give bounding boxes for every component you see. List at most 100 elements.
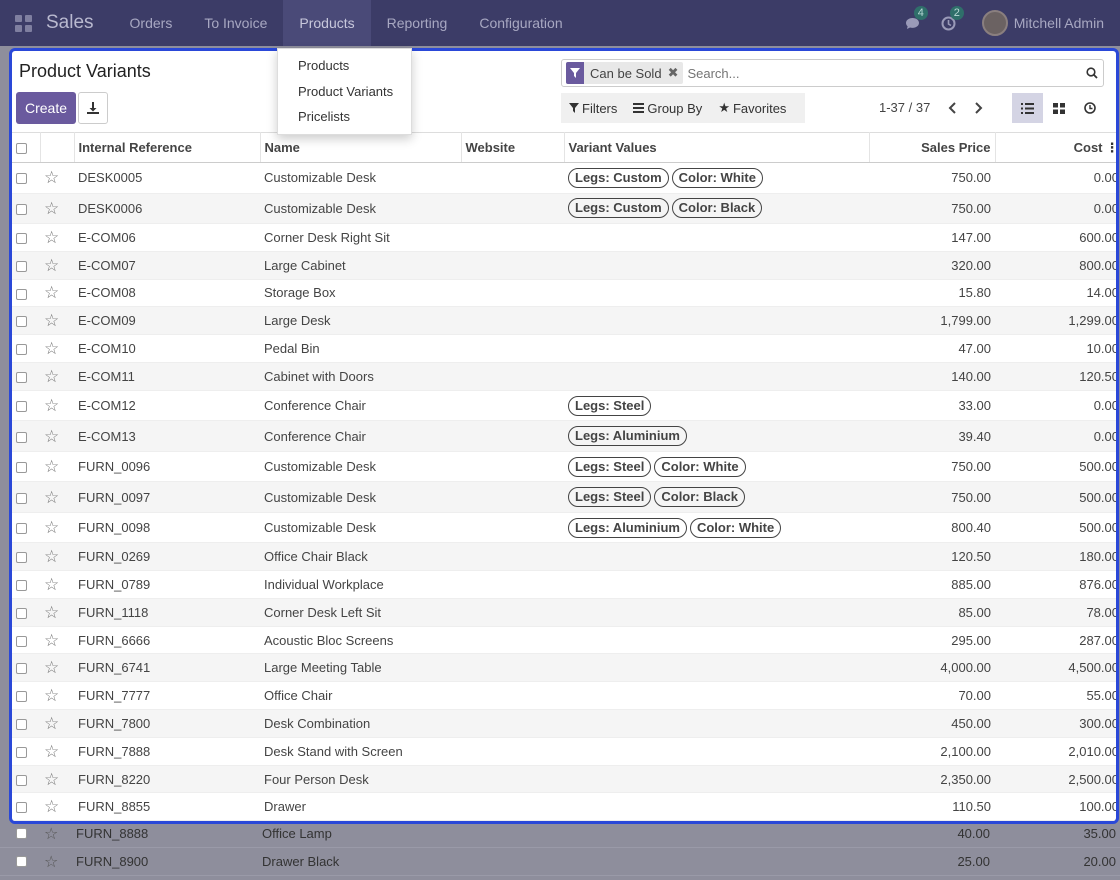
dropdown-item-pricelists[interactable]: Pricelists xyxy=(278,104,411,130)
column-options-icon[interactable]: ⋮ xyxy=(1106,140,1117,155)
list-view-icon[interactable] xyxy=(1012,93,1043,123)
favorite-star-icon[interactable]: ☆ xyxy=(40,542,74,572)
table-row[interactable]: ☆ FURN_0096 Customizable Desk Legs: Steel Co… xyxy=(12,451,1116,483)
favorite-star-icon[interactable]: ☆ xyxy=(40,598,74,627)
group-by-button[interactable]: Group By xyxy=(625,101,710,116)
create-button[interactable]: Create xyxy=(16,92,76,124)
menu-to-invoice[interactable]: To Invoice xyxy=(188,0,283,46)
favorite-star-icon[interactable]: ☆ xyxy=(40,653,74,683)
table-row[interactable]: ☆ E-COM09 Large Desk 1,799.00 1,299.00 xyxy=(12,306,1116,336)
favorite-star-icon[interactable]: ☆ xyxy=(40,626,74,655)
col-website[interactable]: Website xyxy=(461,132,565,163)
row-checkbox[interactable] xyxy=(12,626,40,655)
activities-icon[interactable]: 2 xyxy=(940,6,964,32)
table-row[interactable]: ☆ E-COM12 Conference Chair Legs: Steel 33.00… xyxy=(12,390,1116,422)
row-checkbox[interactable] xyxy=(12,709,40,738)
menu-products[interactable]: Products xyxy=(283,0,371,46)
row-checkbox[interactable] xyxy=(12,570,40,599)
messages-icon[interactable]: 4 xyxy=(904,6,928,32)
row-checkbox[interactable] xyxy=(16,828,27,839)
user-menu[interactable]: Mitchell Admin xyxy=(981,10,1104,36)
favorite-star-icon[interactable]: ☆ xyxy=(40,765,74,794)
row-checkbox[interactable] xyxy=(12,362,40,391)
row-checkbox[interactable] xyxy=(12,542,40,572)
dropdown-item-products[interactable]: Products xyxy=(278,53,411,79)
favorite-star-icon[interactable]: ☆ xyxy=(40,223,74,252)
dropdown-item-product-variants[interactable]: Product Variants xyxy=(278,79,411,105)
table-row[interactable]: ☆ E-COM11 Cabinet with Doors 140.00 120.50 xyxy=(12,362,1116,391)
row-checkbox[interactable] xyxy=(12,681,40,711)
row-checkbox[interactable] xyxy=(12,334,40,363)
row-checkbox[interactable] xyxy=(12,765,40,794)
export-button[interactable] xyxy=(78,92,108,124)
row-checkbox[interactable] xyxy=(12,390,40,422)
table-row[interactable]: ☆ FURN_0097 Customizable Desk Legs: Steel Co… xyxy=(12,481,1116,513)
row-checkbox[interactable] xyxy=(12,306,40,336)
favorite-star-icon[interactable]: ☆ xyxy=(40,512,74,544)
search-input[interactable] xyxy=(687,61,1081,85)
col-variant-values[interactable]: Variant Values xyxy=(564,132,870,163)
select-all-checkbox[interactable] xyxy=(12,132,41,163)
menu-reporting[interactable]: Reporting xyxy=(371,0,464,46)
row-checkbox[interactable] xyxy=(12,193,40,224)
favorite-star-icon[interactable]: ☆ xyxy=(40,390,74,422)
app-brand[interactable]: Sales xyxy=(46,12,94,34)
favorite-star-icon[interactable]: ☆ xyxy=(40,451,74,483)
table-row[interactable]: ☆ E-COM07 Large Cabinet 320.00 800.00 xyxy=(12,251,1116,280)
favorite-star-icon[interactable]: ☆ xyxy=(40,420,74,452)
table-row[interactable]: ☆ FURN_6666 Acoustic Bloc Screens 295.00 287… xyxy=(12,626,1116,655)
kanban-view-icon[interactable] xyxy=(1043,93,1074,123)
favorites-button[interactable]: ★ Favorites xyxy=(710,100,794,116)
favorite-star-icon[interactable]: ☆ xyxy=(44,852,58,872)
favorite-star-icon[interactable]: ☆ xyxy=(40,162,74,194)
row-checkbox[interactable] xyxy=(12,481,40,513)
table-row[interactable]: ☆ E-COM06 Corner Desk Right Sit 147.00 600.0… xyxy=(12,223,1116,252)
pager-value[interactable]: 1-37 / 37 xyxy=(879,100,930,115)
row-checkbox[interactable] xyxy=(12,162,40,194)
favorite-star-icon[interactable]: ☆ xyxy=(40,362,74,391)
table-row[interactable]: ☆ FURN_0789 Individual Workplace 885.00 876.… xyxy=(12,570,1116,599)
favorite-star-icon[interactable]: ☆ xyxy=(40,193,74,224)
table-row[interactable]: ☆ E-COM08 Storage Box 15.80 14.00 xyxy=(12,279,1116,308)
row-checkbox[interactable] xyxy=(12,279,40,308)
favorite-star-icon[interactable]: ☆ xyxy=(40,737,74,766)
table-row[interactable]: ☆ DESK0005 Customizable Desk Legs: Custom Co… xyxy=(12,162,1116,194)
favorite-star-icon[interactable]: ☆ xyxy=(40,570,74,599)
favorite-star-icon[interactable]: ☆ xyxy=(40,709,74,738)
table-row[interactable]: ☆ FURN_0269 Office Chair Black 120.50 180.00 xyxy=(12,542,1116,572)
search-icon[interactable] xyxy=(1081,61,1103,85)
favorite-star-icon[interactable]: ☆ xyxy=(40,481,74,513)
col-cost[interactable]: Cost ⋮ xyxy=(995,132,1117,163)
row-checkbox[interactable] xyxy=(12,737,40,766)
favorite-star-icon[interactable]: ☆ xyxy=(40,681,74,711)
favorite-star-icon[interactable]: ☆ xyxy=(44,824,58,844)
table-row[interactable]: ☆ E-COM10 Pedal Bin 47.00 10.00 xyxy=(12,334,1116,363)
table-row[interactable]: ☆ FURN_6741 Large Meeting Table 4,000.00 4,5… xyxy=(12,653,1116,683)
col-name[interactable]: Name xyxy=(260,132,462,163)
activity-view-icon[interactable] xyxy=(1074,93,1105,123)
pager-previous-icon[interactable] xyxy=(942,98,962,118)
favorite-star-icon[interactable]: ☆ xyxy=(40,251,74,280)
filters-button[interactable]: Filters xyxy=(561,101,625,116)
favorite-star-icon[interactable]: ☆ xyxy=(40,792,74,821)
table-row[interactable]: ☆ FURN_8220 Four Person Desk 2,350.00 2,500.… xyxy=(12,765,1116,794)
table-row[interactable]: ☆ FURN_8855 Drawer 110.50 100.00 xyxy=(12,792,1116,821)
table-row[interactable]: ☆ FURN_7888 Desk Stand with Screen 2,100.00… xyxy=(12,737,1116,766)
pager-next-icon[interactable] xyxy=(969,98,989,118)
table-row[interactable]: ☆ FURN_1118 Corner Desk Left Sit 85.00 78.00 xyxy=(12,598,1116,627)
menu-configuration[interactable]: Configuration xyxy=(463,0,578,46)
table-row[interactable]: ☆ E-COM13 Conference Chair Legs: Aluminium 3… xyxy=(12,420,1116,452)
table-row[interactable]: ☆ FURN_7800 Desk Combination 450.00 300.00 xyxy=(12,709,1116,738)
favorite-star-icon[interactable]: ☆ xyxy=(40,279,74,308)
table-row[interactable]: ☆ DESK0006 Customizable Desk Legs: Custom Co… xyxy=(12,193,1116,224)
table-row[interactable]: ☆ FURN_7777 Office Chair 70.00 55.00 xyxy=(12,681,1116,711)
apps-menu-icon[interactable] xyxy=(0,0,46,46)
favorite-star-icon[interactable]: ☆ xyxy=(40,334,74,363)
row-checkbox[interactable] xyxy=(12,792,40,821)
table-row[interactable]: ☆ FURN_0098 Customizable Desk Legs: Alumini… xyxy=(12,512,1116,544)
row-checkbox[interactable] xyxy=(12,512,40,544)
favorite-star-icon[interactable]: ☆ xyxy=(40,306,74,336)
row-checkbox[interactable] xyxy=(12,223,40,252)
menu-orders[interactable]: Orders xyxy=(114,0,189,46)
col-internal-reference[interactable]: Internal Reference xyxy=(74,132,261,163)
